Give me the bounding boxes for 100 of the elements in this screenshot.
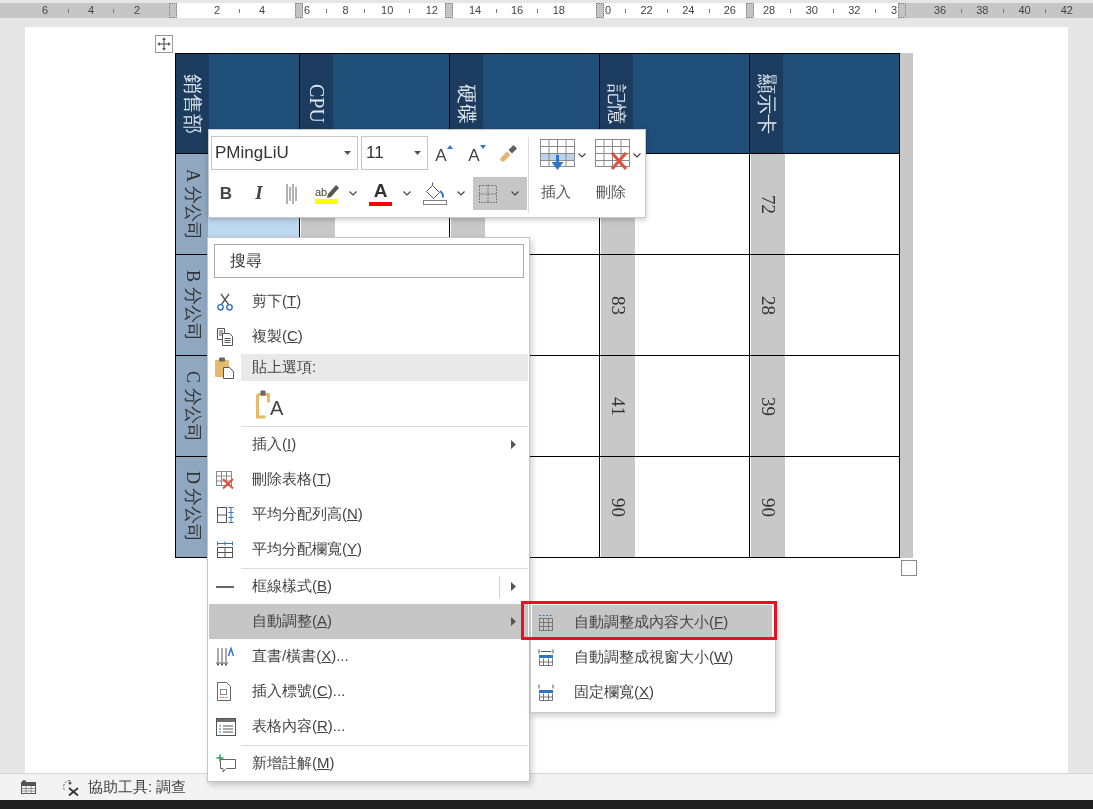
ruler-label: 8 [342, 5, 349, 16]
row-header: B 分公司 [176, 255, 208, 355]
cell-value: 39 [751, 356, 785, 456]
vertical-arrows-icon [216, 646, 234, 667]
bold-button[interactable]: B [214, 177, 238, 210]
ruler-label: 4 [258, 5, 265, 16]
chevron-down-icon [403, 191, 411, 196]
ruler-label: 28 [763, 5, 776, 16]
ruler-label: 10 [381, 5, 394, 16]
menu-item[interactable]: 表格內容(R)... [209, 709, 528, 744]
row-header: A 分公司 [176, 154, 208, 254]
resize-handle[interactable] [901, 560, 917, 576]
move-arrows-icon[interactable] [155, 35, 173, 53]
menu-item[interactable]: 自動調整成視窗大小(W) [532, 640, 772, 675]
paste-options-heading: 貼上選項: [241, 354, 528, 381]
ruler-label: 36 [934, 5, 947, 16]
column-header: 銷售部 [176, 54, 209, 153]
table-page-icon[interactable] [21, 780, 36, 794]
menu-item[interactable]: 複製(C) [209, 319, 528, 354]
clipboard-icon [215, 356, 235, 379]
horizontal-line-icon [216, 584, 234, 589]
ruler-label: 14 [469, 5, 482, 16]
brush-icon [500, 144, 518, 162]
menu-item[interactable]: 直書/橫書(X)... [209, 639, 528, 674]
menu-item[interactable]: 自動調整(A) [209, 604, 528, 639]
font-name-field[interactable]: PMingLiU [211, 136, 358, 170]
clipboard-outline-icon [256, 390, 270, 419]
highlight-button[interactable]: ab [311, 177, 363, 210]
ruler-label: 22 [640, 5, 653, 16]
dashed-circle-x-icon[interactable] [61, 778, 79, 796]
column-marker[interactable] [445, 3, 453, 18]
table-x-icon [216, 470, 234, 489]
ruler-label: 18 [552, 5, 565, 16]
ruler-label: 6 [304, 5, 311, 16]
ruler-label: 38 [976, 5, 989, 16]
menu-item[interactable]: 平均分配欄寬(Y) [209, 532, 528, 567]
menu-item[interactable]: 插入(I) [209, 427, 528, 462]
borders-button[interactable] [473, 177, 527, 210]
font-size-field[interactable]: 11 [361, 136, 428, 170]
menu-item[interactable]: 插入標號(C)... [209, 674, 528, 709]
table-icon [538, 684, 554, 701]
menu-item[interactable]: 刪除表格(T) [209, 462, 528, 497]
ruler-label: 4 [87, 5, 95, 16]
accessibility-status[interactable]: 協助工具: 調查 [88, 775, 187, 799]
dropdown-triangle-icon[interactable] [414, 151, 421, 155]
ruler-label: 6 [42, 5, 49, 16]
font-color-button[interactable]: A [366, 177, 416, 210]
ruler-label: 2 [214, 5, 221, 16]
pen-icon [327, 183, 340, 198]
cell-value: 72 [751, 154, 785, 254]
column-marker[interactable] [169, 3, 177, 18]
ruler-label: 32 [848, 5, 861, 16]
table-window-icon [216, 717, 236, 736]
menu-item[interactable]: 固定欄寬(X) [532, 675, 772, 710]
speech-bubble-plus-icon [216, 754, 236, 773]
distribute-columns-icon [216, 540, 234, 559]
column-marker[interactable] [295, 3, 303, 18]
row-header: C 分公司 [176, 356, 208, 456]
ruler-label: 24 [682, 5, 695, 16]
ruler-label: 2 [133, 5, 140, 16]
table-x-icon [595, 139, 630, 172]
distribute-rows-icon [216, 505, 234, 524]
column-marker[interactable] [746, 3, 754, 18]
ruler-label: 30 [805, 5, 818, 16]
dotted-grid-icon [479, 184, 497, 203]
chevron-down-icon [633, 153, 641, 158]
chevron-down-icon [578, 153, 586, 158]
column-marker[interactable] [596, 3, 604, 18]
insert-table-button[interactable]: 插入 [533, 139, 590, 217]
row-header: D 分公司 [176, 457, 208, 557]
ruler-label: 26 [723, 5, 736, 16]
menu-item[interactable]: 平均分配列高(N) [209, 497, 528, 532]
paint-bucket-icon [423, 182, 447, 205]
cell-value: 90 [751, 457, 785, 557]
scissors-icon [216, 292, 234, 311]
cell-value: 83 [601, 255, 635, 355]
chevron-down-icon [511, 191, 519, 196]
chevron-down-icon [457, 191, 465, 196]
cell-value: 28 [751, 255, 785, 355]
dropdown-triangle-icon[interactable] [344, 151, 351, 155]
menu-item[interactable]: 剪下(T) [209, 284, 528, 319]
column-marker[interactable] [898, 3, 906, 18]
up-triangle-icon [446, 145, 453, 149]
menu-item[interactable]: 框線樣式(B) [209, 569, 528, 604]
cell-value: 90 [601, 457, 635, 557]
ruler-label: 3 [890, 5, 897, 16]
dotted-table-icon [538, 614, 554, 631]
table-icon [538, 649, 554, 666]
ruler-label: 42 [1060, 5, 1073, 16]
copy-icon [216, 327, 234, 346]
table-down-arrow-icon [540, 139, 575, 172]
paste-option-button[interactable]: A [255, 387, 285, 419]
cell-value: 41 [601, 356, 635, 456]
document-icon [216, 682, 232, 701]
ruler-label: 40 [1018, 5, 1031, 16]
ruler-label: 0 [605, 5, 612, 16]
italic-button[interactable]: I [247, 177, 271, 210]
down-triangle-icon [479, 145, 486, 149]
search-field[interactable]: 搜尋 [214, 244, 524, 278]
menu-item[interactable]: 新增註解(M) [209, 746, 528, 781]
